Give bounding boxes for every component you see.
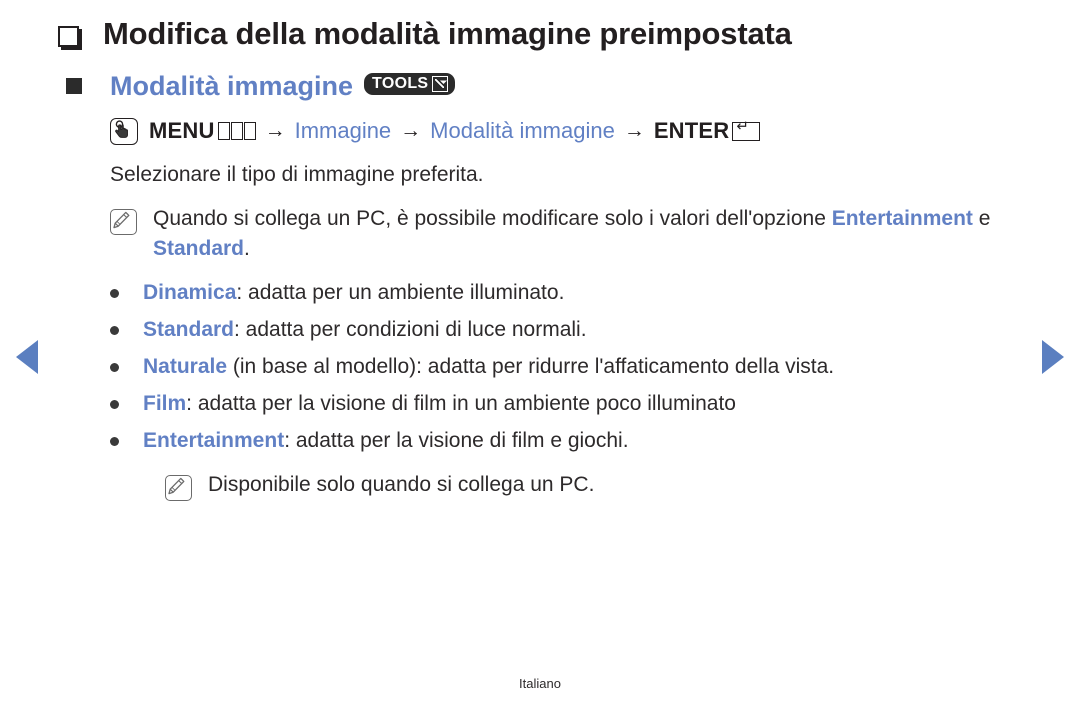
note-pc-values-text: Quando si collega un PC, è possibile mod…	[153, 204, 1080, 264]
section-heading: Modalità immagine	[110, 71, 354, 101]
tools-badge[interactable]: TOOLS	[364, 73, 456, 95]
tools-badge-label: TOOLS	[372, 75, 429, 92]
page-footer: Italiano	[519, 676, 561, 691]
list-item: Dinamica: adatta per un ambiente illumin…	[110, 278, 1080, 308]
enter-key-label: ENTER	[653, 118, 730, 143]
note-keyword-entertainment: Entertainment	[831, 207, 973, 230]
solid-square-icon	[66, 78, 82, 94]
bullet-dot-icon	[110, 437, 119, 446]
note-pencil-icon	[165, 475, 192, 501]
note-pc-values: Quando si collega un PC, è possibile mod…	[110, 204, 1080, 264]
option-naturale: Naturale (in base al modello): adatta pe…	[143, 352, 834, 382]
menu-grid-icon	[217, 122, 256, 140]
path-step-modalita-immagine[interactable]: Modalità immagine	[430, 116, 615, 146]
page-title: Modifica della modalità immagine preimpo…	[103, 16, 792, 51]
path-arrow-1: →	[264, 119, 286, 142]
path-arrow-2: →	[400, 119, 422, 142]
enter-key-icon	[732, 118, 761, 141]
note-text-part3: .	[244, 237, 250, 260]
option-description: (in base al modello): adatta per ridurre…	[227, 355, 835, 378]
note-text-part1: Quando si collega un PC, è possibile mod…	[153, 207, 832, 230]
note-pc-only: Disponibile solo quando si collega un PC…	[165, 470, 1080, 501]
external-link-icon	[432, 76, 449, 92]
prev-page-arrow[interactable]	[16, 340, 38, 374]
note-text-part2: e	[972, 207, 991, 230]
hand-press-icon	[110, 117, 138, 145]
shadow-square-icon	[58, 26, 79, 47]
note-pc-only-text: Disponibile solo quando si collega un PC…	[208, 473, 595, 496]
picture-mode-options-list: Dinamica: adatta per un ambiente illumin…	[110, 278, 1080, 456]
page-title-row: Modifica della modalità immagine preimpo…	[58, 14, 1080, 54]
menu-path-row: MENU → Immagine → Modalità immagine → EN…	[110, 116, 1080, 146]
option-standard: Standard: adatta per condizioni di luce …	[143, 315, 587, 345]
list-item: Standard: adatta per condizioni di luce …	[110, 315, 1080, 345]
option-film: Film: adatta per la visione di film in u…	[143, 389, 736, 419]
option-entertainment: Entertainment: adatta per la visione di …	[143, 426, 629, 456]
list-item: Naturale (in base al modello): adatta pe…	[110, 352, 1080, 382]
bullet-dot-icon	[110, 363, 119, 372]
list-item: Film: adatta per la visione di film in u…	[110, 389, 1080, 419]
bullet-dot-icon	[110, 400, 119, 409]
section-heading-row: Modalità immagine TOOLS	[66, 70, 1080, 102]
intro-paragraph: Selezionare il tipo di immagine preferit…	[110, 163, 484, 186]
option-description: : adatta per la visione di film e giochi…	[284, 429, 629, 452]
path-step-immagine[interactable]: Immagine	[295, 116, 392, 146]
next-page-arrow[interactable]	[1042, 340, 1064, 374]
list-item: Entertainment: adatta per la visione di …	[110, 426, 1080, 456]
manual-page: Modifica della modalità immagine preimpo…	[0, 0, 1080, 705]
section-body: MENU → Immagine → Modalità immagine → EN…	[110, 116, 1080, 501]
option-keyword: Naturale	[143, 355, 228, 378]
option-dinamica: Dinamica: adatta per un ambiente illumin…	[143, 278, 564, 308]
note-pencil-icon	[110, 209, 137, 235]
option-keyword: Film	[143, 392, 187, 415]
option-description: : adatta per la visione di film in un am…	[186, 392, 736, 415]
note-keyword-standard: Standard	[153, 237, 245, 260]
option-description: : adatta per un ambiente illuminato.	[236, 281, 565, 304]
menu-key-label: MENU	[149, 118, 215, 143]
path-arrow-3: →	[623, 119, 645, 142]
option-keyword: Dinamica	[143, 281, 237, 304]
bullet-dot-icon	[110, 326, 119, 335]
option-keyword: Standard	[143, 318, 235, 341]
option-description: : adatta per condizioni di luce normali.	[234, 318, 587, 341]
bullet-dot-icon	[110, 289, 119, 298]
option-keyword: Entertainment	[143, 429, 285, 452]
